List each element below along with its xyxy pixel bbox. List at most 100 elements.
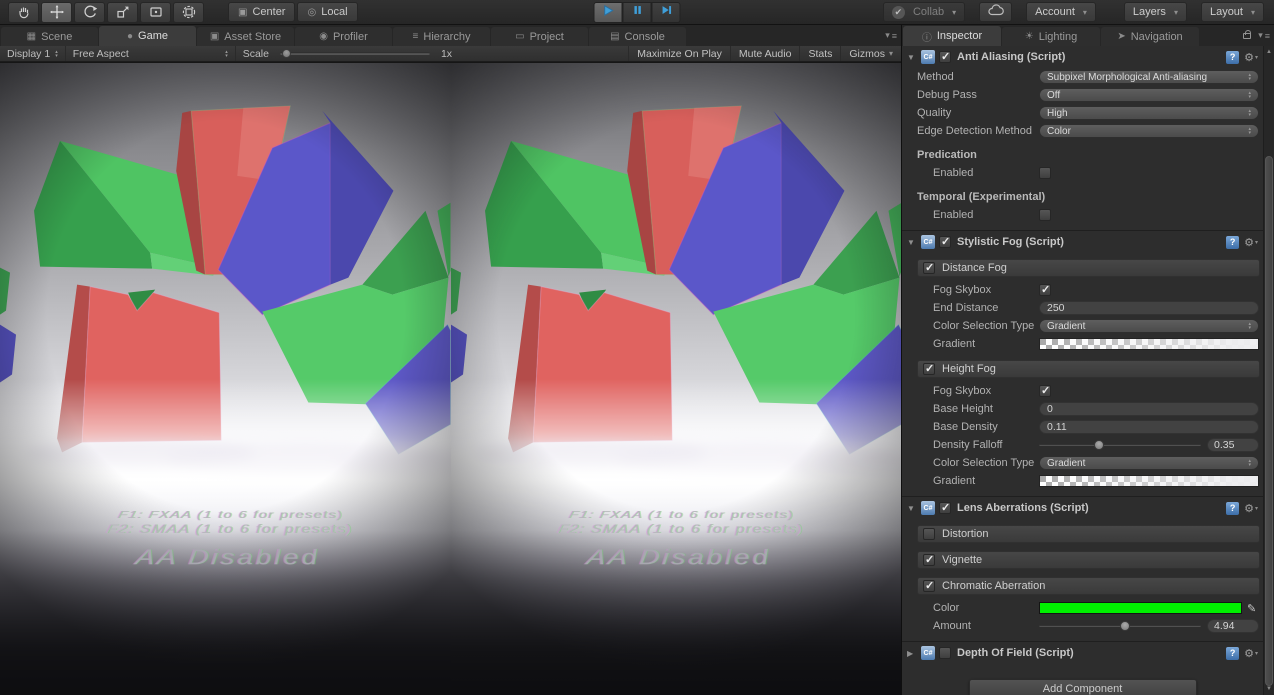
color-selection-dropdown[interactable]: Gradient ▴▾ (1039, 456, 1259, 470)
component-header[interactable]: ▶ C# Depth Of Field (Script) ? ⚙▾ (902, 644, 1263, 662)
tab-profiler[interactable]: ◉ Profiler (295, 27, 392, 46)
mute-audio-button[interactable]: Mute Audio (730, 46, 800, 61)
layers-dropdown[interactable]: Layers ▾ (1124, 2, 1187, 22)
collab-dropdown[interactable]: ✔ Collab ▾ (883, 2, 965, 22)
property-row-method: Method Subpixel Morphological Anti-alias… (902, 69, 1263, 85)
tab-console[interactable]: ▤ Console (589, 27, 686, 46)
density-falloff-value[interactable]: 0.35 (1207, 438, 1259, 452)
aspect-dropdown[interactable]: Free Aspect ▴▾ (66, 46, 236, 61)
help-icon[interactable]: ? (1226, 236, 1239, 249)
tab-lighting[interactable]: ☀ Lighting (1002, 27, 1100, 46)
scroll-down-icon[interactable]: ▼ (1264, 686, 1274, 692)
move-tool-button[interactable] (41, 2, 72, 23)
chromatic-aberration-checkbox[interactable] (923, 580, 935, 592)
scroll-up-icon[interactable]: ▲ (1264, 49, 1274, 55)
tab-project[interactable]: ▭ Project (491, 27, 588, 46)
foldout-open-icon[interactable]: ▼ (907, 504, 917, 513)
display-dropdown[interactable]: Display 1 ▴▾ (0, 46, 66, 61)
scale-tool-button[interactable] (107, 2, 138, 23)
foldout-closed-icon[interactable]: ▶ (907, 649, 917, 658)
tab-hierarchy[interactable]: ≡ Hierarchy (393, 27, 490, 46)
fog-skybox-checkbox[interactable] (1039, 284, 1051, 296)
density-falloff-slider[interactable] (1039, 438, 1201, 452)
step-button[interactable] (652, 2, 681, 23)
tab-asset-store[interactable]: ▣ Asset Store (197, 27, 294, 46)
play-button[interactable] (594, 2, 623, 23)
gear-icon[interactable]: ⚙▾ (1244, 502, 1258, 515)
component-enabled-checkbox[interactable] (939, 502, 951, 514)
debug-pass-dropdown[interactable]: Off ▴▾ (1039, 88, 1259, 102)
account-dropdown[interactable]: Account ▾ (1026, 2, 1096, 22)
aberration-color-swatch[interactable] (1039, 602, 1242, 614)
end-distance-field[interactable]: 250 (1039, 301, 1259, 315)
component-header[interactable]: ▼ C# Anti Aliasing (Script) ? ⚙▾ (902, 48, 1263, 66)
lock-icon[interactable] (1243, 33, 1251, 39)
pane-menu-button[interactable]: ▾ ≡ (885, 30, 897, 41)
gradient-preview-field[interactable] (1039, 338, 1259, 350)
eyedropper-icon[interactable]: ✎ (1247, 602, 1259, 615)
temporal-enabled-checkbox[interactable] (1039, 209, 1051, 221)
vignette-checkbox[interactable] (923, 554, 935, 566)
layout-dropdown[interactable]: Layout ▾ (1201, 2, 1264, 22)
component-enabled-checkbox[interactable] (939, 51, 951, 63)
fog-skybox-checkbox[interactable] (1039, 385, 1051, 397)
base-density-field[interactable]: 0.11 (1039, 420, 1259, 434)
distance-fog-toggle-bar[interactable]: Distance Fog (917, 259, 1260, 277)
scale-slider[interactable] (280, 52, 430, 55)
slider-thumb[interactable] (1120, 621, 1130, 631)
scale-slider-thumb[interactable] (282, 49, 291, 58)
component-header[interactable]: ▼ C# Lens Aberrations (Script) ? ⚙▾ (902, 499, 1263, 517)
help-icon[interactable]: ? (1226, 502, 1239, 515)
component-enabled-checkbox[interactable] (939, 647, 951, 659)
foldout-open-icon[interactable]: ▼ (907, 53, 917, 62)
hand-tool-button[interactable] (8, 2, 39, 23)
gizmos-dropdown[interactable]: Gizmos ▾ (840, 46, 901, 61)
tab-navigation[interactable]: ➤ Navigation (1101, 27, 1199, 46)
color-selection-dropdown[interactable]: Gradient ▴▾ (1039, 319, 1259, 333)
transform-tool-button[interactable] (173, 2, 204, 23)
add-component-button[interactable]: Add Component (969, 679, 1197, 695)
gear-icon[interactable]: ⚙▾ (1244, 51, 1258, 64)
gear-icon[interactable]: ⚙▾ (1244, 647, 1258, 660)
edge-detection-dropdown[interactable]: Color ▴▾ (1039, 124, 1259, 138)
help-icon[interactable]: ? (1226, 51, 1239, 64)
chromatic-aberration-toggle-bar[interactable]: Chromatic Aberration (917, 577, 1260, 595)
scrollbar-thumb[interactable] (1265, 156, 1273, 686)
gear-icon[interactable]: ⚙▾ (1244, 236, 1258, 249)
gradient-preview-field[interactable] (1039, 475, 1259, 487)
help-icon[interactable]: ? (1226, 647, 1239, 660)
tab-game[interactable]: ● Game (99, 26, 196, 46)
height-fog-checkbox[interactable] (923, 363, 935, 375)
property-label: Color Selection Type (933, 457, 1039, 469)
cloud-services-button[interactable] (979, 2, 1012, 22)
pivot-center-button[interactable]: ▣ Center (228, 2, 295, 22)
slider-thumb[interactable] (1094, 440, 1104, 450)
vignette-toggle-bar[interactable]: Vignette (917, 551, 1260, 569)
stats-button[interactable]: Stats (799, 46, 840, 61)
play-controls (594, 2, 681, 23)
maximize-on-play-button[interactable]: Maximize On Play (628, 46, 730, 61)
component-header[interactable]: ▼ C# Stylistic Fog (Script) ? ⚙▾ (902, 233, 1263, 251)
inspector-pane-menu[interactable]: ▾ ≡ (1243, 30, 1270, 41)
rotate-tool-button[interactable] (74, 2, 105, 23)
predication-enabled-checkbox[interactable] (1039, 167, 1051, 179)
quality-dropdown[interactable]: High ▴▾ (1039, 106, 1259, 120)
method-dropdown[interactable]: Subpixel Morphological Anti-aliasing ▴▾ (1039, 70, 1259, 84)
pause-button[interactable] (623, 2, 652, 23)
height-fog-toggle-bar[interactable]: Height Fog (917, 360, 1260, 378)
foldout-open-icon[interactable]: ▼ (907, 238, 917, 247)
inspector-scrollbar[interactable]: ▲ ▼ (1263, 46, 1274, 695)
component-enabled-checkbox[interactable] (939, 236, 951, 248)
distance-fog-checkbox[interactable] (923, 262, 935, 274)
tab-scene[interactable]: ▦ Scene (1, 27, 98, 46)
tab-inspector[interactable]: ⓘ Inspector (903, 26, 1001, 46)
distortion-checkbox[interactable] (923, 528, 935, 540)
rect-tool-button[interactable] (140, 2, 171, 23)
amount-slider[interactable] (1039, 619, 1201, 633)
property-label: Gradient (933, 475, 1039, 487)
property-label: Color Selection Type (933, 320, 1039, 332)
base-height-field[interactable]: 0 (1039, 402, 1259, 416)
pivot-local-button[interactable]: ◎ Local (297, 2, 357, 22)
amount-value[interactable]: 4.94 (1207, 619, 1259, 633)
distortion-toggle-bar[interactable]: Distortion (917, 525, 1260, 543)
